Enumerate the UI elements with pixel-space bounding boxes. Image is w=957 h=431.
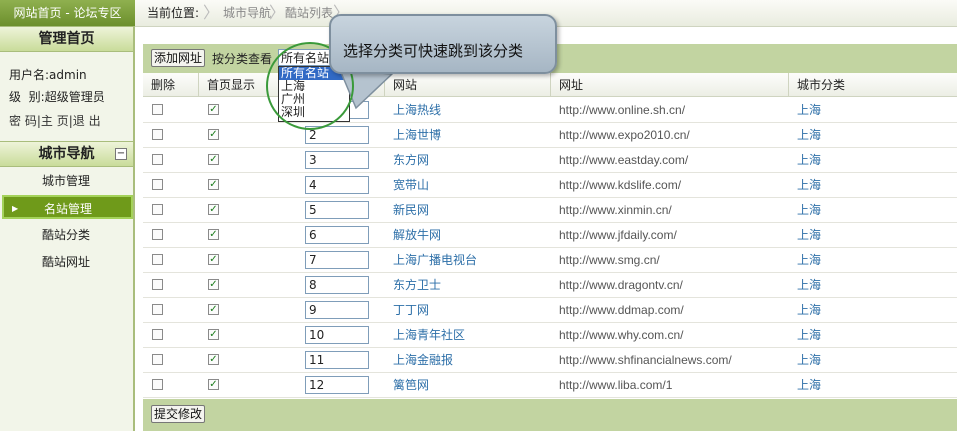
tip-callout: 选择分类可快速跳到该分类 (329, 14, 557, 74)
tip-callout-text: 选择分类可快速跳到该分类 (343, 42, 524, 60)
